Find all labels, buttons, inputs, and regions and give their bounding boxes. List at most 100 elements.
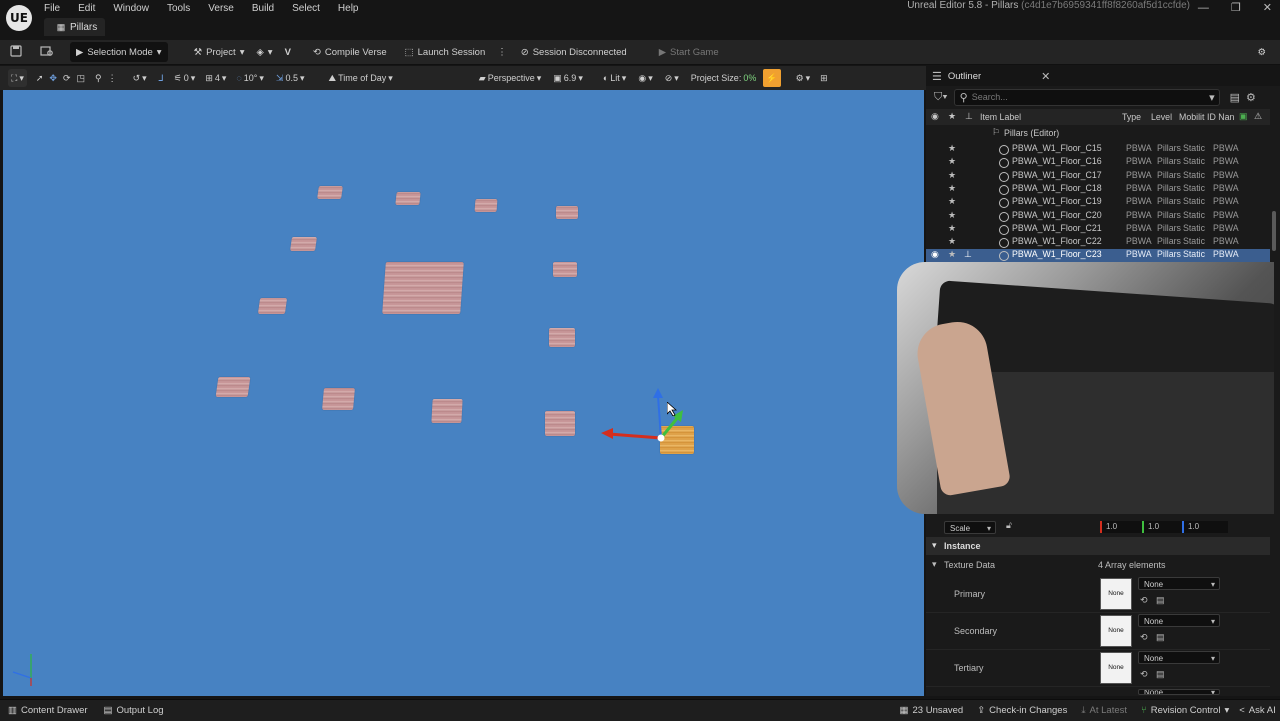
browse-icon[interactable]: ▤ — [1156, 595, 1165, 606]
scale-tool-icon[interactable]: ◳ — [73, 69, 88, 87]
viewport-options-dropdown[interactable]: ⛶ ▾ — [8, 69, 27, 87]
rotation-snap-dropdown[interactable]: ◌ 10° ▾ — [233, 69, 267, 87]
unreal-logo-icon[interactable]: UE — [6, 5, 32, 31]
use-selected-icon[interactable]: ⟲ — [1140, 669, 1148, 680]
menu-select[interactable]: Select — [292, 3, 328, 14]
rotate-tool-icon[interactable]: ⟳ — [60, 69, 74, 87]
menu-build[interactable]: Build — [252, 3, 282, 14]
select-tool-icon[interactable]: ➚ — [33, 69, 47, 87]
column-item-label[interactable]: Item Label — [980, 112, 1021, 122]
texture-asset-dropdown-partial[interactable]: None — [1138, 689, 1220, 695]
pin-star-icon[interactable]: ★ — [948, 170, 956, 181]
browse-icon[interactable]: ▤ — [1156, 669, 1165, 680]
floor-tile[interactable] — [317, 186, 343, 199]
lock-column-pin-icon[interactable]: ⊥ — [965, 111, 973, 122]
outliner-row[interactable]: ★ PBWA_W1_Floor_C19 PBWA Pillars Static PBWA — [926, 196, 1270, 209]
outliner-tab[interactable]: ☰ Outliner ✕ — [926, 66, 1280, 86]
content-browser-icon[interactable] — [40, 45, 54, 59]
level-document-tab[interactable]: ▦ Pillars — [44, 18, 106, 36]
floor-tile[interactable] — [474, 199, 498, 212]
column-id-name[interactable]: ID Nan — [1207, 112, 1234, 122]
viewport-layout-icon[interactable]: ⊞ — [817, 69, 831, 87]
column-type[interactable]: Type — [1122, 112, 1141, 122]
translate-snap-dropdown[interactable]: ⚟ 0 ▾ — [171, 69, 199, 87]
project-size-indicator[interactable]: Project Size: 0% — [688, 69, 760, 87]
check-in-changes-button[interactable]: ⇪ Check-in Changes — [977, 700, 1067, 721]
ask-ai-button[interactable]: < Ask AI — [1239, 700, 1276, 721]
surface-snap-icon[interactable]: ⅃ — [156, 69, 167, 87]
outliner-scrollbar[interactable] — [1272, 211, 1276, 251]
performance-dropdown[interactable]: ⊘ ▾ — [662, 69, 682, 87]
camera-speed-dropdown[interactable]: ▣ 6.9 ▾ — [550, 69, 586, 87]
menu-edit[interactable]: Edit — [78, 3, 103, 14]
output-log-button[interactable]: ▤ Output Log — [104, 700, 164, 721]
outliner-row[interactable]: ★ PBWA_W1_Floor_C18 PBWA Pillars Static PBWA — [926, 183, 1270, 196]
content-drawer-button[interactable]: ▥ Content Drawer — [8, 700, 88, 721]
realtime-toggle-icon[interactable]: ⚡ — [763, 69, 781, 87]
translate-tool-icon[interactable]: ✥ — [46, 69, 60, 87]
floor-tile[interactable] — [431, 399, 463, 423]
transform-gizmo[interactable] — [593, 382, 693, 452]
outliner-row[interactable]: ★ PBWA_W1_Floor_C22 PBWA Pillars Static PBWA — [926, 236, 1270, 249]
close-tab-icon[interactable]: ✕ — [1041, 70, 1050, 83]
pin-star-icon[interactable]: ★ — [948, 196, 956, 207]
more-options-icon[interactable]: ⋮ — [105, 69, 120, 87]
menu-help[interactable]: Help — [338, 3, 367, 14]
outliner-row[interactable]: ★ PBWA_W1_Floor_C20 PBWA Pillars Static PBWA — [926, 210, 1270, 223]
lock-icon[interactable]: 🔓︎ — [1006, 520, 1012, 531]
transform-mode-icon[interactable]: ⚲ — [92, 69, 105, 87]
texture-thumbnail[interactable]: None — [1100, 578, 1132, 610]
pin-star-icon[interactable]: ★ — [948, 223, 956, 234]
launch-session-button[interactable]: ⬚ Launch Session — [399, 42, 492, 62]
column-level[interactable]: Level — [1151, 112, 1172, 122]
visibility-column-eye-icon[interactable]: ◉ — [931, 111, 939, 122]
column-mobility[interactable]: Mobilit — [1179, 112, 1204, 122]
scale-mode-dropdown[interactable]: Scale — [944, 521, 996, 535]
add-folder-icon[interactable]: ▤ — [1230, 91, 1240, 104]
perspective-dropdown[interactable]: ▰ Perspective ▾ — [476, 69, 544, 87]
pin-star-icon[interactable]: ★ — [948, 156, 956, 167]
outliner-row[interactable]: ★ PBWA_W1_Floor_C17 PBWA Pillars Static PBWA — [926, 170, 1270, 183]
session-status-button[interactable]: ⊘ Session Disconnected — [515, 42, 633, 62]
lock-pin-icon[interactable]: ⊥ — [964, 249, 972, 260]
chevron-down-icon[interactable]: ▾ — [1209, 91, 1215, 104]
texture-thumbnail[interactable]: None — [1100, 615, 1132, 647]
start-game-button[interactable]: ▶ Start Game — [653, 42, 725, 62]
floor-tile[interactable] — [322, 388, 355, 410]
texture-thumbnail[interactable]: None — [1100, 652, 1132, 684]
at-latest-indicator[interactable]: ⤓ At Latest — [1081, 700, 1127, 721]
use-selected-icon[interactable]: ⟲ — [1140, 595, 1148, 606]
verse-icon[interactable]: V — [279, 42, 297, 62]
texture-asset-dropdown[interactable]: None — [1138, 651, 1220, 665]
scale-snap-dropdown[interactable]: ⇲ 0.5 ▾ — [273, 69, 308, 87]
save-icon[interactable] — [10, 45, 24, 59]
texture-asset-dropdown[interactable]: None — [1138, 577, 1220, 591]
restore-icon[interactable]: ❐ — [1231, 1, 1241, 14]
pin-star-icon[interactable]: ★ — [948, 143, 956, 154]
compile-verse-button[interactable]: ⟲ Compile Verse — [307, 42, 393, 62]
outliner-search-input[interactable]: ⚲ Search... ▾ — [953, 88, 1220, 106]
pin-column-star-icon[interactable]: ★ — [948, 111, 956, 122]
outliner-row[interactable]: ★ PBWA_W1_Floor_C21 PBWA Pillars Static PBWA — [926, 223, 1270, 236]
scale-x-field[interactable]: 1.0 — [1100, 521, 1146, 533]
use-selected-icon[interactable]: ⟲ — [1140, 632, 1148, 643]
close-window-icon[interactable]: ✕ — [1263, 1, 1272, 14]
more-options-icon[interactable]: ⋮ — [491, 42, 513, 62]
menu-window[interactable]: Window — [113, 3, 157, 14]
show-flags-dropdown[interactable]: ◉ ▾ — [635, 69, 655, 87]
viewport-settings-dropdown[interactable]: ⚙ ▾ — [793, 69, 814, 87]
scale-z-field[interactable]: 1.0 — [1182, 521, 1228, 533]
menu-file[interactable]: File — [44, 3, 68, 14]
level-viewport[interactable] — [3, 90, 924, 696]
grid-snap-dropdown[interactable]: ⊞ 4 ▾ — [202, 69, 229, 87]
floor-tile[interactable] — [545, 411, 575, 436]
floor-tile[interactable] — [290, 237, 317, 251]
revision-control-dropdown[interactable]: ⑂ Revision Control ▾ — [1141, 700, 1229, 721]
unsaved-button[interactable]: ▦ 23 Unsaved — [900, 700, 964, 721]
pin-star-icon[interactable]: ★ — [948, 183, 956, 194]
selection-mode-dropdown[interactable]: ▶ Selection Mode ▾ — [70, 42, 168, 62]
floor-tile[interactable] — [553, 262, 577, 277]
instance-section-header[interactable]: ▾ Instance — [926, 537, 1270, 555]
menu-verse[interactable]: Verse — [208, 3, 242, 14]
settings-cog-icon[interactable]: ⚙ — [1251, 42, 1272, 62]
